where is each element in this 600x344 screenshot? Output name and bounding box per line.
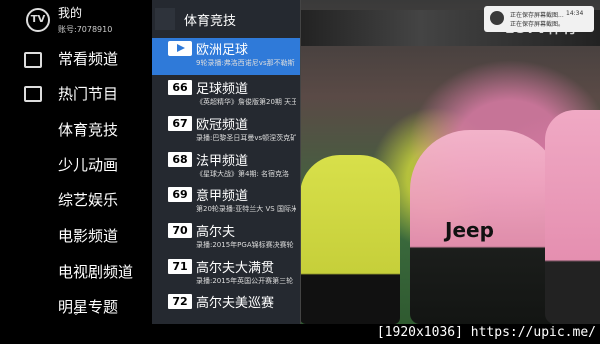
film-icon — [24, 86, 42, 102]
channel-name: 高尔夫美巡赛 — [196, 296, 275, 311]
channel-program: 9轮录播:弗洛西诺尼vs那不勒斯 — [196, 59, 295, 67]
channel-program: 录播:2015年PGA锦标赛决赛轮 — [196, 241, 294, 249]
channel-name: 法甲频道 — [196, 154, 249, 169]
channel-row[interactable]: 72 高尔夫美巡赛 — [152, 291, 300, 324]
menu-item-series[interactable]: 电视剧频道 — [58, 261, 133, 282]
chevron-down-icon[interactable]: ⌄ — [70, 307, 82, 318]
notification-title: 正在保存屏幕截图... — [510, 12, 564, 19]
channel-list-header: 体育竞技 — [184, 14, 237, 29]
play-icon — [168, 41, 192, 56]
menu-item-sports[interactable]: 体育竞技 — [58, 119, 118, 140]
screenshot-icon — [490, 11, 504, 25]
channel-number: 71 — [168, 259, 192, 274]
channel-number: 66 — [168, 80, 192, 95]
channel-program: 《英超精华》詹俊版第20期 天王 — [196, 98, 296, 106]
jersey-sponsor: Jeep — [445, 218, 494, 242]
app-frame: LeTV体育 Jeep TV 我的 账号:7078910 常看频道 热门节目 体… — [0, 0, 600, 324]
menu-item-favorites[interactable]: 常看频道 — [58, 48, 118, 69]
channel-name: 意甲频道 — [196, 189, 249, 204]
channel-row[interactable]: 67 欧冠频道 录播:巴黎圣日耳曼vs顿涅茨克矿工 — [152, 113, 300, 150]
channel-number: 67 — [168, 116, 192, 131]
account-number: 账号:7078910 — [58, 25, 113, 34]
channel-program: 第20轮录播:亚特兰大 VS 国际米兰 — [196, 205, 296, 213]
channel-row[interactable]: 70 高尔夫 录播:2015年PGA锦标赛决赛轮 — [152, 220, 300, 257]
list-header-tab — [155, 8, 175, 30]
profile-title[interactable]: 我的 — [58, 4, 82, 21]
channel-row[interactable]: 68 法甲频道 《星球大战》第4期: 名宿克洛 — [152, 149, 300, 186]
channel-program: 录播:巴黎圣日耳曼vs顿涅茨克矿工 — [196, 134, 296, 142]
channel-program: 《星球大战》第4期: 名宿克洛 — [196, 170, 290, 178]
menu-item-movies[interactable]: 电影频道 — [58, 225, 118, 246]
menu-item-variety[interactable]: 综艺娱乐 — [58, 189, 118, 210]
channel-row[interactable]: 71 高尔夫大满贯 录播:2015年英国公开赛第三轮 — [152, 256, 300, 293]
player-figure-right — [545, 110, 600, 324]
menu-item-stars[interactable]: 明星专题 — [58, 296, 118, 317]
channel-number: 70 — [168, 223, 192, 238]
channel-number: 72 — [168, 294, 192, 309]
notification-time: 14:34 — [566, 10, 584, 17]
panel-divider — [300, 0, 301, 324]
channel-name: 欧冠频道 — [196, 118, 249, 133]
tv-icon — [24, 52, 42, 68]
app-logo-icon[interactable]: TV — [26, 8, 50, 32]
image-watermark: [1920x1036] https://upic.me/ — [376, 325, 596, 340]
channel-name: 高尔夫 — [196, 225, 236, 240]
channel-row[interactable]: 69 意甲频道 第20轮录播:亚特兰大 VS 国际米兰 — [152, 184, 300, 221]
channel-number: 68 — [168, 152, 192, 167]
channel-program: 录播:2015年英国公开赛第三轮 — [196, 277, 294, 285]
channel-number: 69 — [168, 187, 192, 202]
channel-row[interactable]: 欧洲足球 9轮录播:弗洛西诺尼vs那不勒斯 — [152, 38, 300, 75]
channel-name: 足球频道 — [196, 82, 249, 97]
channel-row[interactable]: 66 足球频道 《英超精华》詹俊版第20期 天王 — [152, 77, 300, 114]
referee-figure — [300, 155, 400, 324]
menu-item-hot[interactable]: 热门节目 — [58, 83, 118, 104]
menu-item-kids[interactable]: 少儿动画 — [58, 154, 118, 175]
channel-name: 欧洲足球 — [196, 43, 249, 58]
screenshot-notification[interactable]: 正在保存屏幕截图... 正在保存屏幕截图。 14:34 — [484, 6, 594, 32]
notification-body: 正在保存屏幕截图。 — [510, 21, 565, 28]
channel-name: 高尔夫大满贯 — [196, 261, 275, 276]
